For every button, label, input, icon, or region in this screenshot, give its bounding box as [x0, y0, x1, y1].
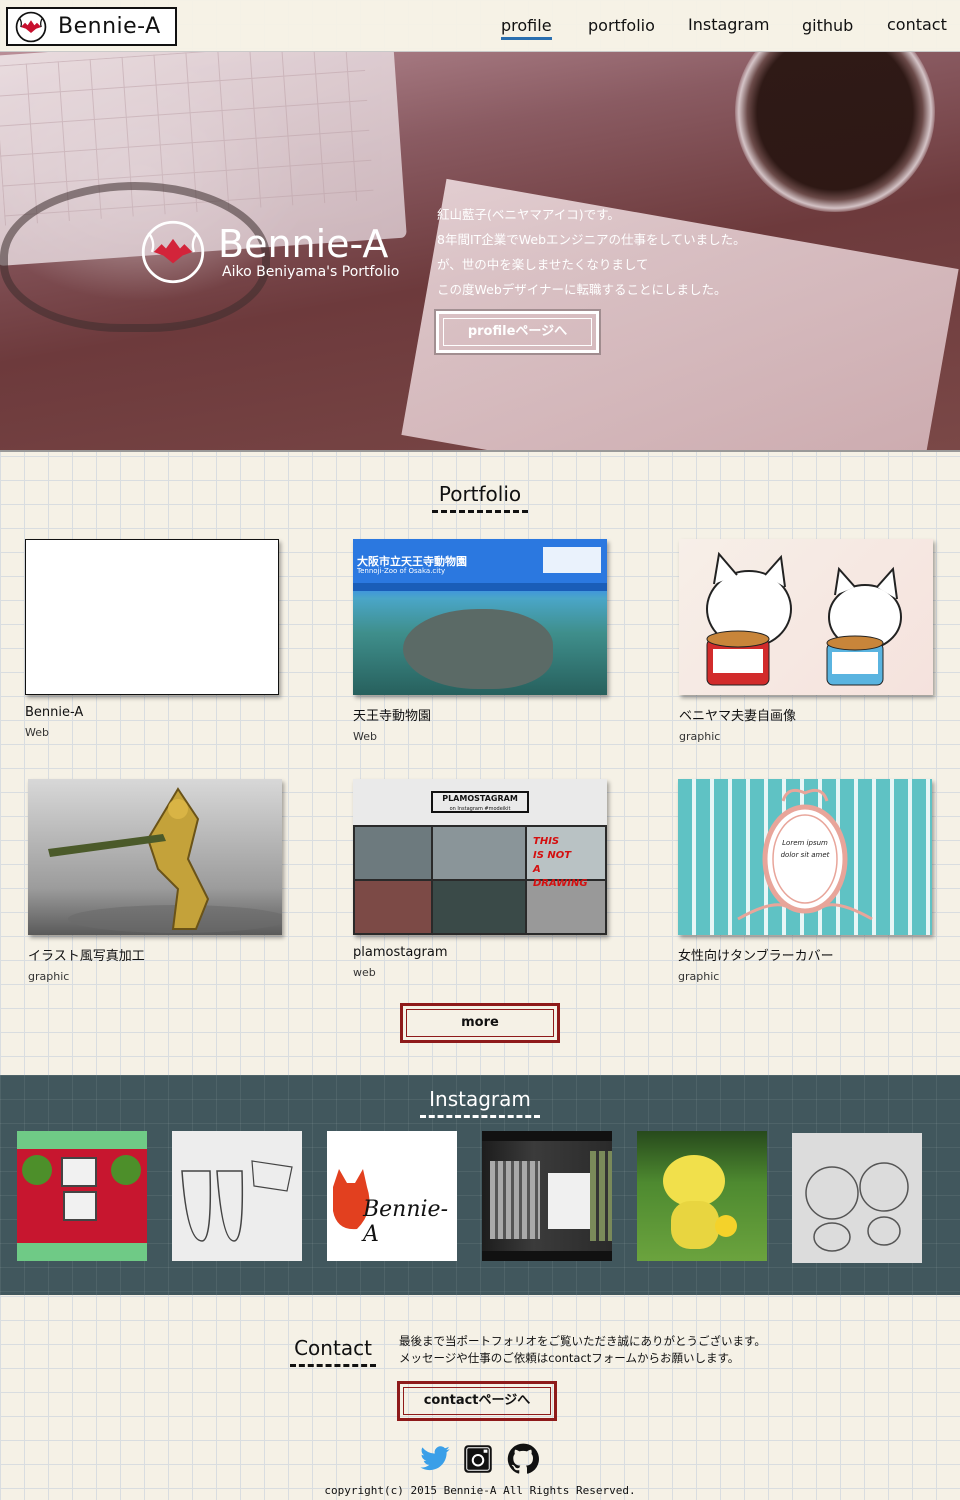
- instagram-section-title: Instagram: [410, 1087, 550, 1118]
- portfolio-title-text: Portfolio: [438, 482, 522, 506]
- title-underline: [420, 1115, 540, 1118]
- zoo-thumb-subtitle: Tennoji-Zoo of Osaka.city: [357, 567, 446, 575]
- tumbler-thumb-text: Lorem ipsum dolor sit amet: [780, 839, 830, 859]
- portfolio-card[interactable]: Lorem ipsum dolor sit amet 女性向けタンブラーカバー …: [678, 779, 932, 983]
- instagram-photo[interactable]: Bennie-A: [327, 1131, 457, 1261]
- contact-title-text: Contact: [294, 1336, 372, 1360]
- instagram-photo[interactable]: [172, 1131, 302, 1261]
- hero-brand-name: Bennie-A: [218, 222, 389, 266]
- nav-instagram[interactable]: Instagram: [688, 15, 769, 34]
- contact-page-button-label: contactページへ: [403, 1387, 551, 1415]
- instagram-photo[interactable]: [792, 1133, 922, 1263]
- github-icon[interactable]: [507, 1443, 539, 1475]
- portfolio-card[interactable]: 大阪市立天王寺動物園 Tennoji-Zoo of Osaka.city 天王寺…: [353, 539, 607, 743]
- hero-intro-line: この度Webデザイナーに転職することにしました。: [437, 282, 727, 297]
- portfolio-thumb-self-portrait[interactable]: [679, 539, 933, 695]
- hero-intro-line: 8年間IT企業でWebエンジニアの仕事をしていました。: [437, 232, 746, 247]
- nav-contact[interactable]: contact: [887, 15, 947, 34]
- nav-profile[interactable]: profile: [501, 16, 552, 40]
- hero-intro-line: 紅山藍子(ベニヤマアイコ)です。: [437, 207, 620, 222]
- hero-cup-photo: [735, 52, 935, 212]
- bat-logo-icon: [15, 11, 47, 42]
- portfolio-card-title[interactable]: ベニヤマ夫妻自画像: [679, 705, 933, 724]
- portfolio-card-category: Web: [25, 726, 49, 739]
- contact-message-line: 最後まで当ポートフォリオをご覧いただき誠にありがとうございます。: [399, 1334, 766, 1348]
- portfolio-card-title[interactable]: Bennie-A: [25, 705, 279, 720]
- contact-page-button[interactable]: contactページへ: [397, 1381, 557, 1421]
- nav-github[interactable]: github: [802, 16, 853, 35]
- portfolio-thumb-bennie-a[interactable]: [25, 539, 279, 695]
- bat-logo-icon: [141, 220, 205, 284]
- profile-page-button[interactable]: profileページへ: [434, 309, 601, 355]
- plamo-thumb-subtitle: on Instagram #modeikit: [449, 806, 511, 812]
- contact-section-title: Contact: [285, 1336, 381, 1367]
- instagram-photo[interactable]: [482, 1131, 612, 1261]
- portfolio-thumb-tumbler[interactable]: Lorem ipsum dolor sit amet: [678, 779, 932, 935]
- portfolio-card-category: graphic: [679, 730, 721, 743]
- portfolio-card[interactable]: イラスト風写真加工 graphic: [28, 779, 282, 983]
- site-logo[interactable]: Bennie-A: [6, 7, 177, 46]
- plamo-thumb-badge: THIS IS NOT A DRAWING: [533, 836, 588, 889]
- portfolio-card[interactable]: Bennie-A Web: [25, 539, 279, 739]
- logo-text: Bennie-A: [58, 14, 161, 39]
- portfolio-card-category: graphic: [28, 970, 70, 983]
- twitter-icon[interactable]: [419, 1443, 451, 1475]
- instagram-section: Instagram Bennie-A: [0, 1075, 960, 1295]
- profile-page-button-label: profileページへ: [443, 318, 592, 346]
- portfolio-card-title[interactable]: plamostagram: [353, 945, 607, 960]
- portfolio-card-title[interactable]: 天王寺動物園: [353, 705, 607, 724]
- portfolio-thumb-zoo[interactable]: 大阪市立天王寺動物園 Tennoji-Zoo of Osaka.city: [353, 539, 607, 695]
- portfolio-card-category: Web: [353, 730, 377, 743]
- hero-brand-subtitle: Aiko Beniyama's Portfolio: [222, 264, 400, 280]
- hero-banner: Bennie-A Aiko Beniyama's Portfolio 紅山藍子(…: [0, 52, 960, 452]
- more-button-label: more: [406, 1009, 554, 1037]
- hero-intro-line: が、世の中を楽しませたくなりまして: [437, 257, 649, 272]
- portfolio-card[interactable]: ベニヤマ夫妻自画像 graphic: [679, 539, 933, 743]
- copyright: copyright(c) 2015 Bennie-A All Rights Re…: [324, 1484, 636, 1497]
- portfolio-card-category: graphic: [678, 970, 720, 983]
- portfolio-card-category: web: [353, 966, 376, 979]
- portfolio-card-title[interactable]: イラスト風写真加工: [28, 945, 282, 964]
- portfolio-section-title: Portfolio: [420, 482, 540, 513]
- plamo-thumb-title: PLAMOSTAGRAM: [442, 794, 518, 803]
- nav-portfolio[interactable]: portfolio: [588, 16, 655, 35]
- site-header: Bennie-A profile portfolio Instagram git…: [0, 0, 960, 52]
- portfolio-card-title[interactable]: 女性向けタンブラーカバー: [678, 945, 932, 964]
- contact-message: 最後まで当ポートフォリオをご覧いただき誠にありがとうございます。 メッセージや仕…: [399, 1333, 766, 1367]
- more-button[interactable]: more: [400, 1003, 560, 1043]
- instagram-title-text: Instagram: [429, 1087, 531, 1111]
- title-underline: [432, 510, 528, 513]
- contact-message-line: メッセージや仕事のご依頼はcontactフォームからお願いします。: [399, 1351, 740, 1365]
- portfolio-thumb-photo-illust[interactable]: [28, 779, 282, 935]
- instagram-logo-text: Bennie-A: [363, 1197, 449, 1247]
- instagram-photo[interactable]: [17, 1131, 147, 1261]
- portfolio-thumb-plamostagram[interactable]: PLAMOSTAGRAM on Instagram #modeikit THIS…: [353, 779, 607, 935]
- hero-intro: 紅山藍子(ベニヤマアイコ)です。 8年間IT企業でWebエンジニアの仕事をしてい…: [437, 202, 746, 302]
- portfolio-card[interactable]: PLAMOSTAGRAM on Instagram #modeikit THIS…: [353, 779, 607, 979]
- instagram-photo[interactable]: [637, 1131, 767, 1261]
- title-underline: [290, 1364, 376, 1367]
- hero-brand: Bennie-A Aiko Beniyama's Portfolio: [138, 217, 399, 287]
- instagram-icon[interactable]: [463, 1444, 493, 1474]
